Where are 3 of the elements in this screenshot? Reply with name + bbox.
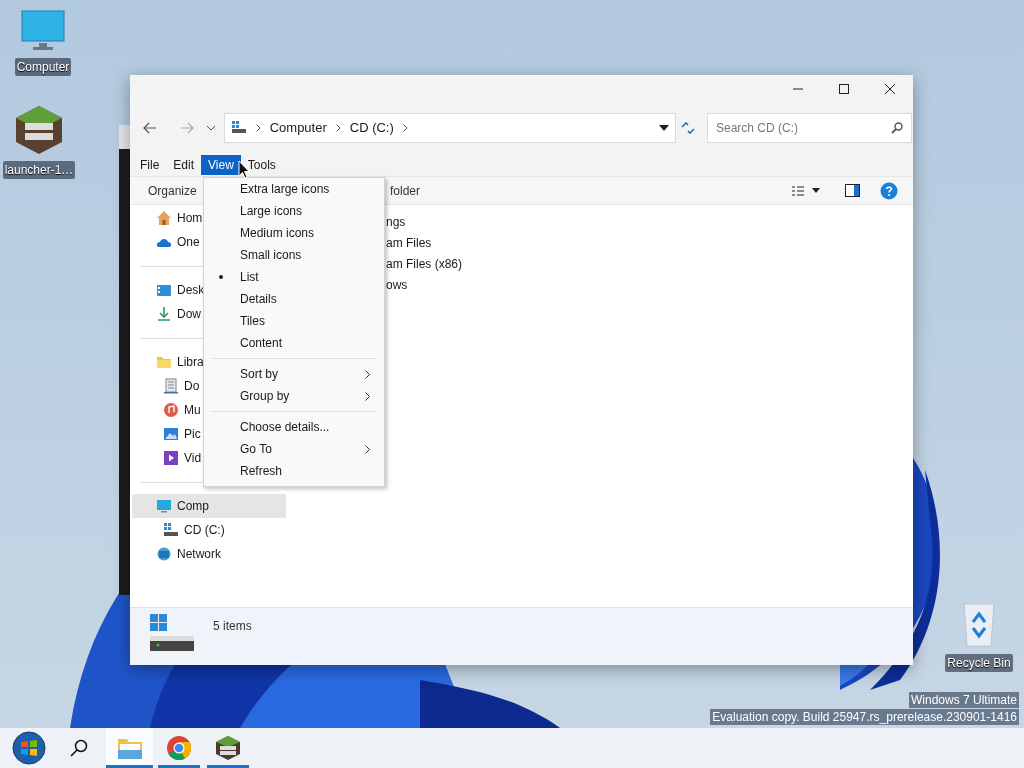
status-text: 5 items: [213, 618, 252, 635]
watermark-text: Windows 7 Ultimate: [908, 692, 1019, 708]
watermark-text: Evaluation copy. Build 25947.rs_prerelease.230901-1416: [710, 709, 1019, 725]
